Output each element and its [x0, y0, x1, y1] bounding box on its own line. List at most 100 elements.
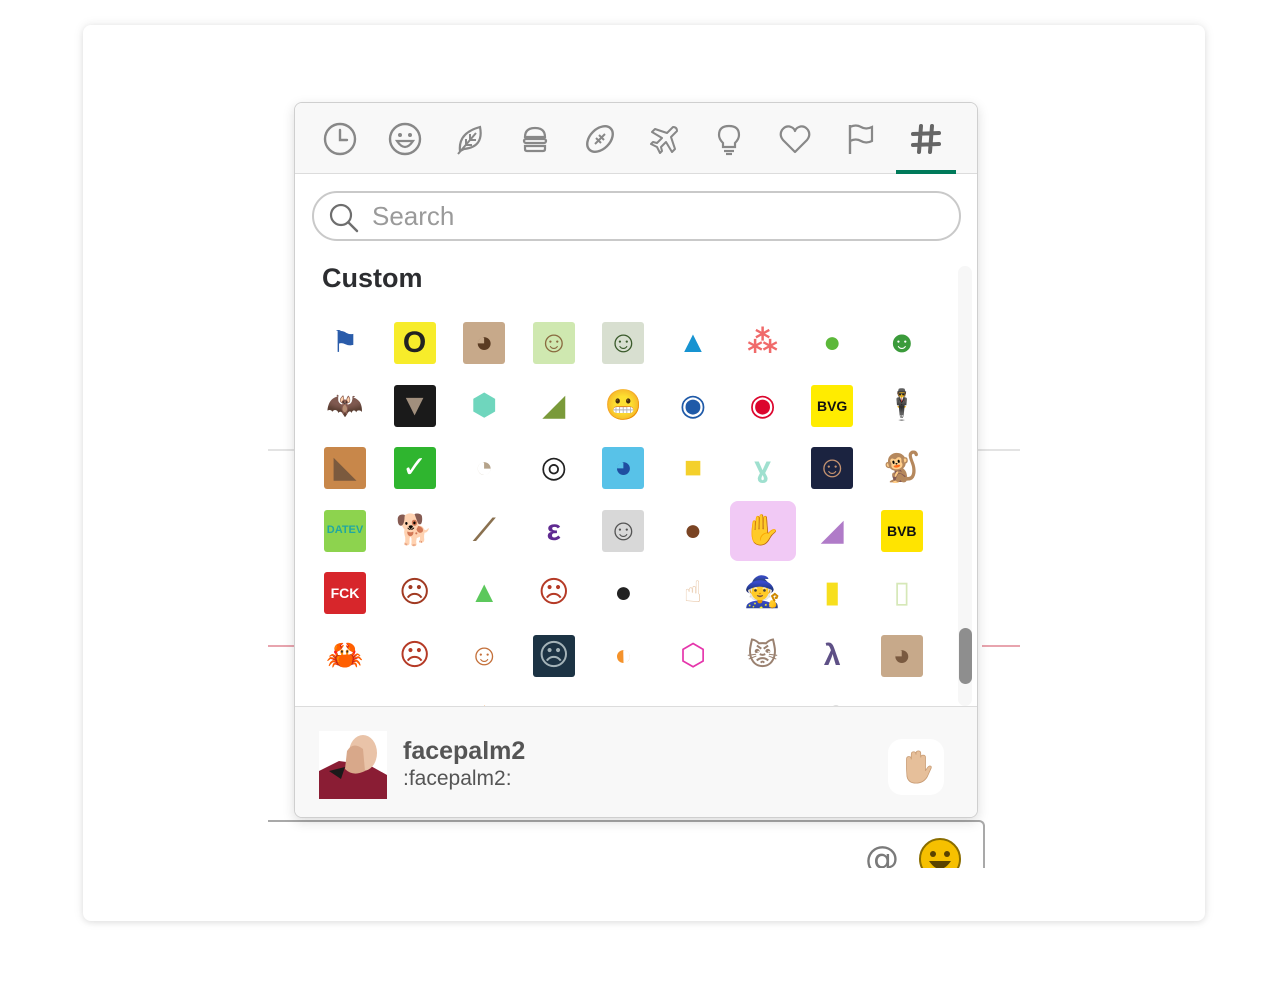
emoji-green-sombrero[interactable]: ▲	[451, 563, 517, 623]
emoji-portrait-woman[interactable]: ☺	[590, 501, 656, 561]
tab-frequently-used[interactable]	[320, 119, 360, 159]
tab-custom[interactable]	[906, 119, 946, 159]
emoji-doomguy-2[interactable]: ☺	[312, 688, 378, 706]
emoji-search-field[interactable]	[312, 191, 961, 241]
hook-icon: ʃ	[811, 697, 854, 706]
emoji-kubernetes[interactable]: ⎈	[590, 688, 656, 706]
cat-box-icon: ◣	[324, 447, 366, 489]
emoji-portrait-bw[interactable]: ☺	[521, 688, 587, 706]
emoji-happy-dog[interactable]: ◕	[451, 313, 517, 373]
emoji-java[interactable]: ♨	[451, 688, 517, 706]
active-tab-indicator	[896, 170, 956, 174]
emoji-doomguy-bloody[interactable]: ☹	[521, 563, 587, 623]
emoji-grumpy-cat[interactable]: 😾	[730, 626, 796, 686]
smiley-icon[interactable]	[918, 837, 962, 868]
emoji-crystal[interactable]: ⬢	[451, 376, 517, 436]
emoji-panda[interactable]: ◉	[660, 688, 726, 706]
lightbulb-icon	[717, 124, 741, 156]
emoji-datev[interactable]: DATEV	[312, 501, 378, 561]
emoji-yellow-block[interactable]: ■	[660, 438, 726, 498]
emoji-bill-and-ted[interactable]: ☺	[799, 438, 865, 498]
tab-travel-places[interactable]	[645, 119, 685, 159]
emoji-parrot[interactable]: ◢	[521, 376, 587, 436]
emoji-kid-microphone[interactable]: ☺	[590, 313, 656, 373]
emoji-dachshund[interactable]: ●	[660, 501, 726, 561]
tab-nature[interactable]	[450, 119, 490, 159]
emoji-doge[interactable]: 🐕	[382, 501, 448, 561]
emoji-doomguy-hurt[interactable]: ☹	[382, 563, 448, 623]
emoji-grapefruit[interactable]: ◐	[590, 626, 656, 686]
emoji-circle-outline[interactable]: ○	[730, 688, 796, 706]
emoji-emacs[interactable]: ε	[521, 501, 587, 561]
emoji-hertha-flag[interactable]: ⚑	[312, 313, 378, 373]
emoji-cat-box[interactable]: ◣	[312, 438, 378, 498]
scrollbar-thumb[interactable]	[959, 628, 972, 684]
kid-thumbs-icon: ☺	[532, 322, 575, 364]
cat-scream-icon: ◕	[880, 634, 923, 677]
emoji-crab[interactable]: 🦀	[312, 626, 378, 686]
tab-smileys-people[interactable]	[385, 119, 425, 159]
emoji-gollum[interactable]: ☹	[521, 626, 587, 686]
emoji-batman[interactable]: 🦇	[312, 376, 378, 436]
black-puppy-icon: ●	[602, 572, 645, 614]
emoji-dog-face[interactable]: ◔	[451, 438, 517, 498]
emoji-bvg[interactable]: BVG	[799, 376, 865, 436]
at-sign-icon[interactable]: @	[865, 842, 899, 868]
emoji-hook[interactable]: ʃ	[799, 688, 865, 706]
emoji-hertha-bsc[interactable]: ◉	[660, 376, 726, 436]
emoji-stamp-portrait[interactable]: ◎	[521, 438, 587, 498]
emoji-doomguy-screaming[interactable]: ☹	[382, 626, 448, 686]
emoji-haskell[interactable]: λ	[799, 626, 865, 686]
emoji-asana[interactable]: ⁂	[730, 313, 796, 373]
message-composer[interactable]: @	[268, 820, 985, 868]
emoji-cyanide-happiness[interactable]: ☻	[869, 313, 935, 373]
emoji-monkey[interactable]: 🐒	[869, 438, 935, 498]
emoji-cat-scream[interactable]: ◕	[869, 626, 935, 686]
emoji-pudding[interactable]: ▮	[799, 563, 865, 623]
emoji-cookie-monster[interactable]: ◕	[590, 438, 656, 498]
airplane-icon	[650, 126, 678, 154]
emoji-doomguy[interactable]: ☺	[451, 626, 517, 686]
emoji-lemonade[interactable]: ▯	[869, 563, 935, 623]
emoji-avocado-cat[interactable]: ●	[799, 313, 865, 373]
emoji-black-puppy[interactable]: ●	[590, 563, 656, 623]
search-input[interactable]	[372, 199, 932, 233]
emoji-wizard[interactable]: 🧙	[730, 563, 796, 623]
emoji-parrot-purple[interactable]: ◢	[799, 501, 865, 561]
emoji-batman-face[interactable]: ▼	[382, 376, 448, 436]
emoji-bvb[interactable]: BVB	[869, 501, 935, 561]
emoji-purple-circle[interactable]: ●	[869, 688, 935, 706]
tab-flags[interactable]	[840, 119, 880, 159]
tab-symbols[interactable]	[775, 119, 815, 159]
hertha-flag-icon: ⚑	[324, 322, 366, 364]
football-icon	[586, 125, 614, 153]
emoji-facepalm2[interactable]: ✋	[729, 500, 796, 561]
emoji-internet-explorer[interactable]: e	[382, 688, 448, 706]
new-messages-divider	[268, 645, 294, 647]
emoji-fc-bayern[interactable]: ◉	[730, 376, 796, 436]
emoji-white-check-mark[interactable]: ✓	[382, 438, 448, 498]
doomguy-2-icon: ☺	[324, 697, 366, 706]
tab-food-drink[interactable]	[515, 119, 555, 159]
emoji-middle-finger[interactable]: ☝	[660, 563, 726, 623]
grapefruit-icon: ◐	[602, 634, 645, 677]
emoji-dab[interactable]: ɣ	[730, 438, 796, 498]
facepalm2-icon: ✋	[743, 513, 782, 547]
burger-icon	[522, 126, 548, 153]
emoji-dancing-man[interactable]: 🕴	[869, 376, 935, 436]
parrot-purple-icon: ◢	[811, 509, 854, 552]
tab-objects[interactable]	[709, 119, 749, 159]
heart-icon	[779, 125, 811, 154]
tab-activity[interactable]	[580, 119, 620, 159]
preview-emoji-name: facepalm2	[403, 737, 526, 765]
asana-icon: ⁂	[741, 322, 784, 364]
emoji-sage-bundle[interactable]: ⟋	[451, 501, 517, 561]
skin-tone-button[interactable]	[888, 739, 944, 795]
emoji-grimace-bowtie[interactable]: 😬	[590, 376, 656, 436]
batman-icon: 🦇	[324, 384, 366, 427]
emoji-all-the-things[interactable]: O	[382, 313, 448, 373]
emoji-kid-thumbs[interactable]: ☺	[521, 313, 587, 373]
emoji-graphql[interactable]: ⬡	[660, 626, 726, 686]
emoji-fck[interactable]: FCK	[312, 563, 378, 623]
emoji-arch-linux[interactable]: ▲	[660, 313, 726, 373]
